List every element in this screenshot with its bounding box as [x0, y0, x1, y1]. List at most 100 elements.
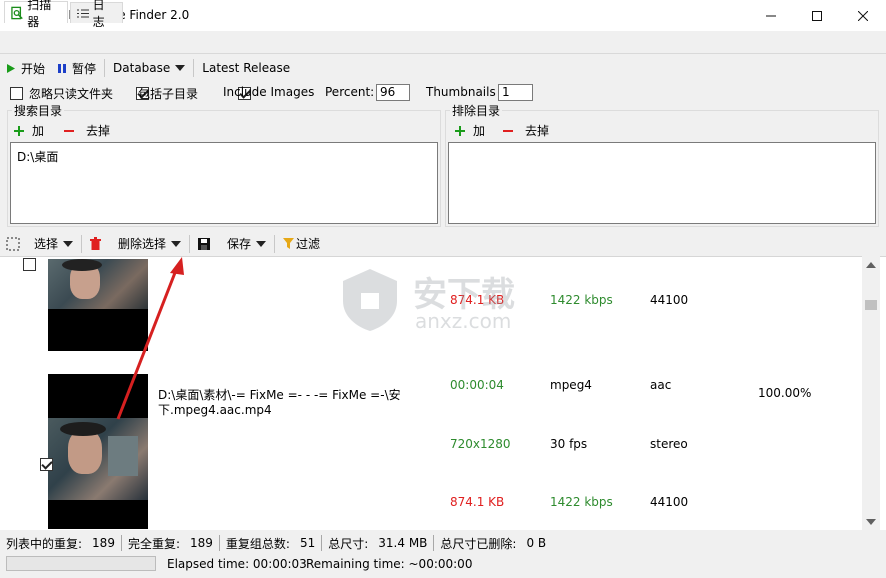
percent-input[interactable]: 96 — [376, 84, 410, 101]
status-deleted: 总尺寸已删除: 0 B — [434, 535, 552, 551]
row-checkbox[interactable] — [23, 258, 36, 271]
scanner-icon — [11, 6, 23, 19]
file-size: 874.1 KB — [450, 495, 505, 509]
select-label: 选择 — [34, 237, 59, 251]
tab-strip — [0, 31, 886, 54]
watermark-subtext: anxz.com — [415, 309, 512, 333]
exclude-add-button[interactable]: 加 — [455, 122, 485, 139]
chevron-down-icon — [171, 240, 182, 247]
minimize-button[interactable] — [748, 0, 794, 31]
groups-value: 51 — [299, 536, 316, 550]
similarity-percent: 100.00% — [758, 386, 812, 400]
select-dropdown[interactable]: 选择 — [0, 233, 79, 255]
row-checkbox[interactable] — [39, 458, 53, 471]
exclude-dirs-list[interactable] — [448, 142, 876, 224]
exclude-add-label: 加 — [473, 124, 486, 138]
save-icon — [198, 237, 211, 250]
main-toolbar: 开始 暂停 Database Latest Release — [0, 57, 886, 79]
dup-in-list-value: 189 — [92, 536, 115, 550]
search-add-label: 加 — [32, 124, 45, 138]
database-dropdown[interactable]: Database — [107, 57, 191, 79]
results-list[interactable]: 874.1 KB 1422 kbps 44100 D:\桌面\素材\-= Fix… — [0, 256, 886, 530]
exclude-remove-label: 去掉 — [525, 124, 550, 138]
plus-icon — [14, 125, 24, 136]
delete-selected-dropdown[interactable]: 删除选择 — [84, 233, 187, 255]
chevron-down-icon — [175, 65, 186, 71]
duration: 00:00:04 — [450, 378, 504, 392]
search-remove-label: 去掉 — [86, 124, 111, 138]
deleted-label: 总尺寸已删除: — [440, 536, 517, 551]
options-row: 忽略只读文件夹 包括子目录 Include Images Percent: 96… — [0, 83, 886, 103]
exclude-remove-button[interactable]: 去掉 — [503, 122, 549, 139]
audio-codec: aac — [650, 378, 672, 392]
pause-icon — [58, 63, 67, 73]
sample-rate: 44100 — [650, 293, 689, 307]
ignore-readonly-checkbox[interactable] — [10, 87, 23, 100]
close-button[interactable] — [840, 0, 886, 31]
toolbar-separator — [274, 234, 276, 253]
filter-label: 过滤 — [296, 237, 321, 251]
full-dup-value: 189 — [190, 536, 213, 550]
selection-icon — [6, 237, 20, 250]
search-dirs-title: 搜索目录 — [12, 102, 65, 119]
start-button[interactable]: 开始 — [0, 57, 51, 79]
thumbnails-label: Thumbnails — [426, 85, 496, 99]
dup-in-list-label: 列表中的重复: — [6, 536, 83, 551]
tab-scanner-label: 扫描器 — [27, 0, 52, 29]
status-dup-in-list: 列表中的重复: 189 — [0, 535, 122, 551]
include-subdirs-label: 包括子目录 — [138, 87, 199, 101]
progress-bar — [6, 556, 156, 571]
status-total-size: 总尺寸: 31.4 MB — [322, 535, 435, 551]
exclude-dirs-title: 排除目录 — [450, 102, 503, 119]
latest-release-button[interactable]: Latest Release — [196, 57, 296, 79]
percent-label: Percent: — [325, 85, 375, 99]
chevron-down-icon[interactable] — [866, 519, 876, 525]
tab-scanner[interactable]: 扫描器 — [4, 0, 68, 29]
total-size-value: 31.4 MB — [378, 536, 428, 550]
total-size-label: 总尺寸: — [328, 536, 369, 551]
toolbar-separator — [189, 234, 191, 253]
scrollbar-thumb[interactable] — [865, 300, 877, 310]
list-item[interactable]: D:\桌面 — [11, 143, 437, 170]
shield-logo-icon — [343, 269, 397, 331]
tab-log[interactable]: 日志 — [70, 0, 123, 29]
watermark: 安下载 anxz.com — [335, 265, 555, 335]
play-icon — [7, 63, 15, 73]
pause-label: 暂停 — [72, 61, 97, 76]
database-label: Database — [113, 61, 171, 75]
bitrate: 1422 kbps — [550, 293, 613, 307]
filter-icon — [283, 238, 295, 249]
minus-icon — [64, 129, 74, 132]
annotation-arrow — [116, 257, 184, 420]
elapsed-time: Elapsed time: 00:00:03 — [167, 557, 307, 571]
results-scrollbar[interactable] — [862, 256, 880, 530]
pause-button[interactable]: 暂停 — [51, 57, 102, 79]
bitrate: 1422 kbps — [550, 495, 613, 509]
results-toolbar: 选择 删除选择 保存 过滤 — [0, 233, 886, 254]
maximize-icon — [812, 10, 822, 21]
search-add-button[interactable]: 加 — [14, 122, 44, 139]
trash-icon — [90, 237, 102, 250]
search-remove-button[interactable]: 去掉 — [64, 122, 110, 139]
maximize-button[interactable] — [794, 0, 840, 31]
sample-rate: 44100 — [650, 495, 689, 509]
start-label: 开始 — [21, 61, 46, 76]
tab-log-label: 日志 — [92, 0, 105, 29]
filter-button[interactable]: 过滤 — [277, 233, 326, 255]
video-format: mpeg4 — [550, 378, 592, 392]
thumbnails-input[interactable]: 1 — [498, 84, 533, 101]
toolbar-separator — [81, 234, 83, 253]
toolbar-separator — [104, 59, 106, 77]
full-dup-label: 完全重复: — [127, 536, 180, 551]
save-dropdown[interactable]: 保存 — [192, 233, 272, 255]
search-dirs-list[interactable]: D:\桌面 — [10, 142, 438, 224]
ignore-readonly-label: 忽略只读文件夹 — [29, 87, 114, 101]
title-bar: Video Duplicate Finder 2.0 — [0, 0, 886, 31]
include-images-label: Include Images — [223, 85, 315, 99]
groups-label: 重复组总数: — [225, 536, 290, 551]
latest-release-label: Latest Release — [202, 61, 291, 75]
status-full-dup: 完全重复: 189 — [122, 535, 220, 551]
minus-icon — [503, 129, 513, 132]
chevron-up-icon[interactable] — [866, 262, 876, 268]
frame-rate: 30 fps — [550, 437, 588, 451]
